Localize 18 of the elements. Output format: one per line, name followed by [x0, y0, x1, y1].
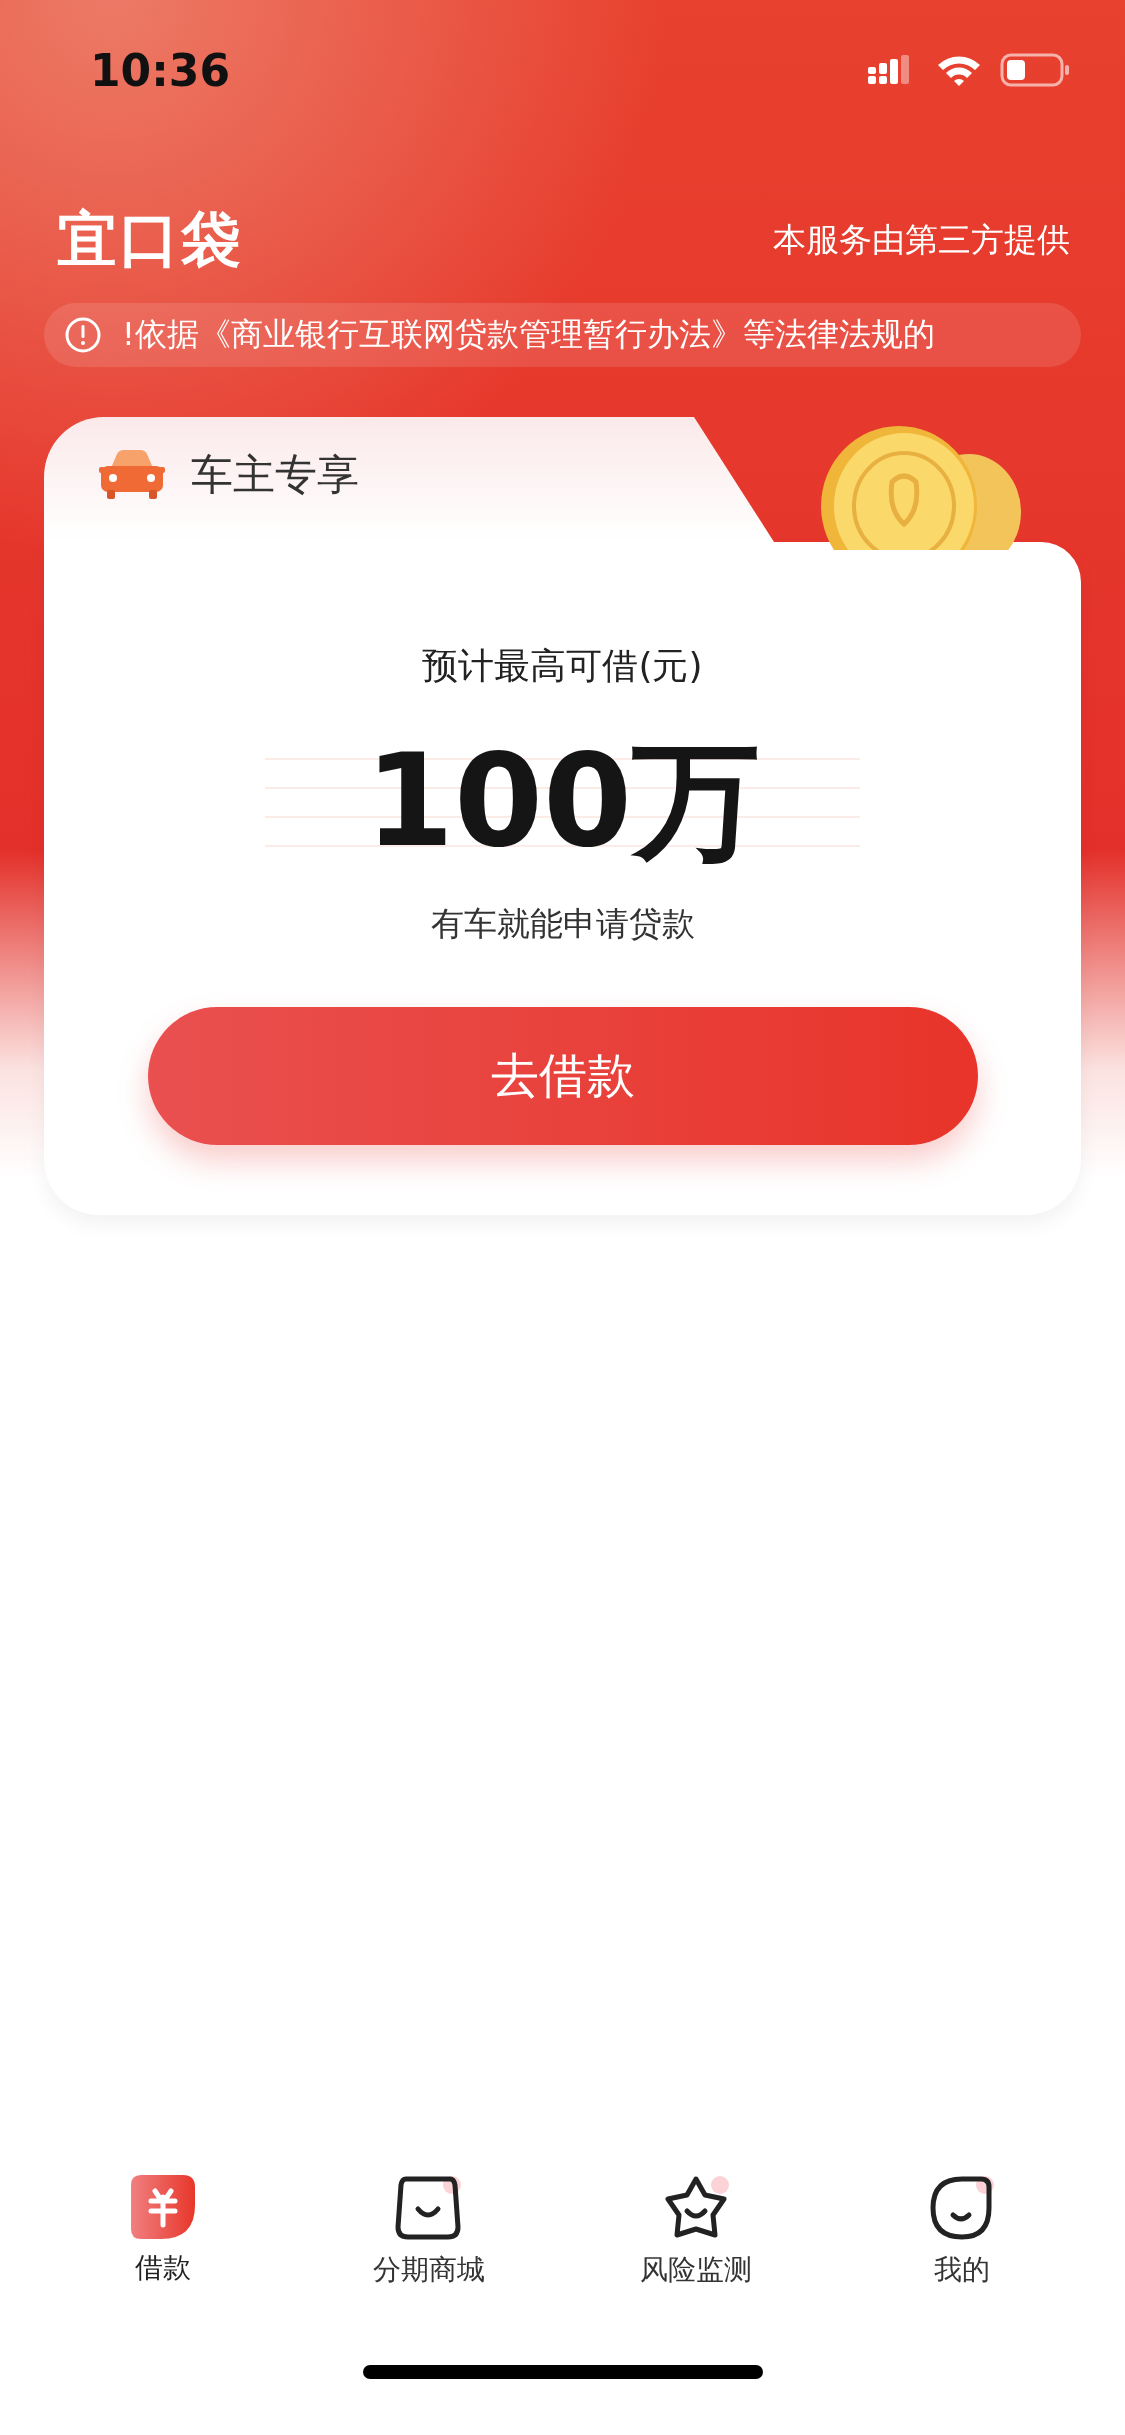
yuan-icon [131, 2175, 196, 2239]
battery-icon [1000, 53, 1070, 87]
card-tab-title: 车主专享 [191, 448, 359, 501]
status-time: 10:36 [90, 44, 231, 96]
card-subtitle: 有车就能申请贷款 [430, 902, 695, 945]
car-icon [99, 449, 165, 500]
tab-bar-item[interactable]: 风险监测 [585, 2175, 806, 2325]
tab-bar-item[interactable]: 借款 [53, 2175, 274, 2325]
wifi-icon [936, 53, 982, 87]
tab-bar-item[interactable]: 我的 [851, 2175, 1072, 2325]
app-logo: 宜口袋 [57, 203, 243, 276]
borrow-button[interactable]: 去借款 [147, 1006, 978, 1145]
info-icon [64, 316, 102, 354]
notice-text: !依据《商业银行互联网贷款管理暂行办法》等法律法规的 [122, 314, 935, 355]
face-icon [928, 2175, 995, 2241]
tab-bar-item[interactable]: 分期商城 [319, 2175, 540, 2325]
amount-label: 预计最高可借(元) [422, 644, 703, 688]
provider-note: 本服务由第三方提供 [773, 219, 1070, 261]
